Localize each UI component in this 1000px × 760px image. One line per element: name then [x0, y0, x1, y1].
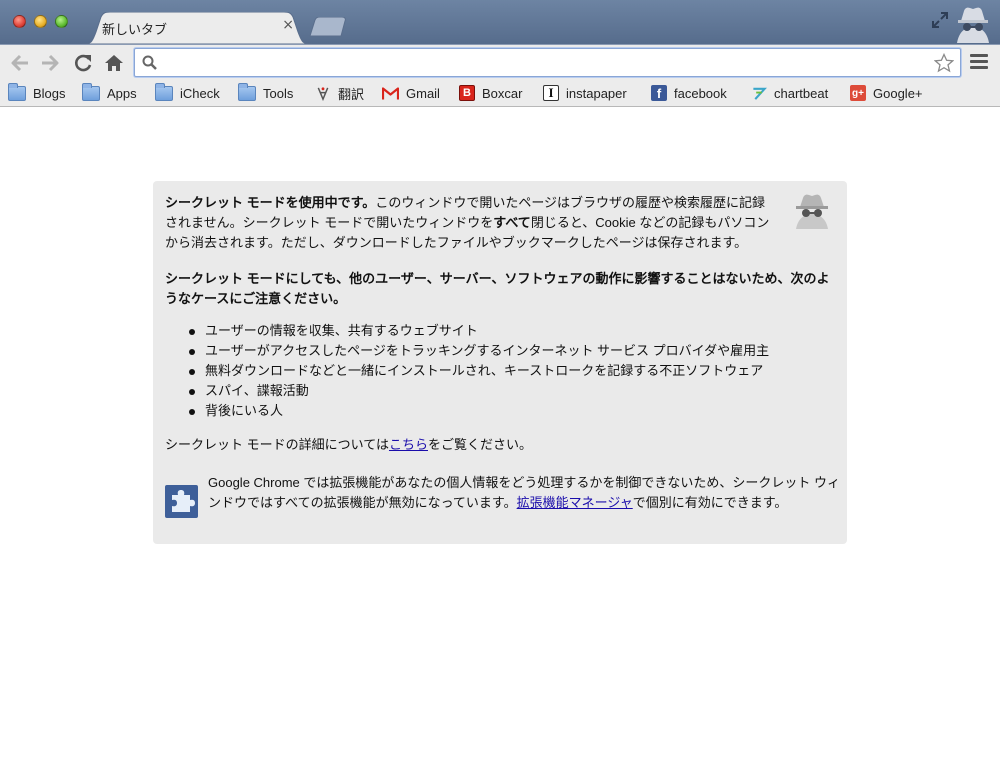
bookmark-label: Gmail	[406, 85, 440, 101]
bookmark-label: Tools	[263, 85, 294, 101]
learn-more-link[interactable]: こちら	[389, 437, 428, 452]
bookmark-label: Boxcar	[482, 85, 523, 101]
bookmark-label: facebook	[674, 85, 727, 101]
incognito-intro-paragraph: シークレット モードを使用中です。このウィンドウで開いたページはブラウザの履歴や…	[165, 193, 775, 253]
window-titlebar: 新しいタブ ×	[0, 0, 1000, 44]
bookmark-label: instapaper	[566, 85, 627, 101]
list-item: 背後にいる人	[189, 401, 835, 421]
bookmark-label: Apps	[107, 85, 137, 101]
window-minimize-button[interactable]	[34, 15, 47, 28]
window-zoom-button[interactable]	[55, 15, 68, 28]
home-icon[interactable]	[103, 52, 125, 74]
incognito-info-panel: シークレット モードを使用中です。このウィンドウで開いたページはブラウザの履歴や…	[153, 181, 847, 544]
boxcar-icon: B	[459, 85, 475, 101]
list-item: 無料ダウンロードなどと一緒にインストールされ、キーストロークを記録する不正ソフト…	[189, 361, 835, 381]
puzzle-piece-icon	[165, 485, 198, 518]
search-icon	[142, 55, 157, 70]
intro-emphasis: すべて	[493, 215, 531, 230]
chrome-menu-icon[interactable]	[970, 54, 988, 70]
learn-more-paragraph: シークレット モードの詳細についてはこちらをご覧ください。	[165, 435, 835, 455]
incognito-avatar-icon	[957, 7, 989, 43]
incognito-icon	[796, 194, 828, 229]
facebook-icon: f	[651, 85, 667, 101]
google-plus-icon: g+	[850, 85, 866, 101]
fullscreen-icon[interactable]	[930, 10, 950, 30]
bookmark-label: 翻訳	[338, 86, 365, 102]
bookmark-label: Google+	[873, 85, 923, 101]
bookmark-chartbeat[interactable]: chartbeat	[751, 83, 828, 103]
browser-toolbar	[0, 44, 1000, 80]
bookmarks-bar: Blogs Apps iCheck Tools 翻訳 Gmail B Boxca…	[0, 80, 1000, 107]
folder-icon	[155, 82, 173, 101]
address-input[interactable]	[163, 51, 923, 74]
incognito-heading: シークレット モードを使用中です。	[165, 195, 376, 210]
bookmark-facebook[interactable]: f facebook	[651, 83, 727, 103]
folder-icon	[8, 82, 26, 101]
bookmark-gmail[interactable]: Gmail	[382, 83, 440, 103]
bookmark-label: Blogs	[33, 85, 66, 101]
learn-more-text-b: をご覧ください。	[427, 437, 532, 452]
folder-icon	[238, 82, 256, 101]
risk-list: ユーザーの情報を収集、共有するウェブサイト ユーザーがアクセスしたページをトラッ…	[189, 321, 835, 421]
translate-icon	[317, 86, 329, 101]
bookmark-label: iCheck	[180, 85, 220, 101]
extensions-notice: Google Chrome では拡張機能があなたの個人情報をどう処理するかを制御…	[165, 473, 847, 518]
reload-icon[interactable]	[72, 52, 94, 74]
incognito-warning-paragraph: シークレット モードにしても、他のユーザー、サーバー、ソフトウェアの動作に影響す…	[165, 271, 830, 306]
bookmark-blogs[interactable]: Blogs	[8, 82, 66, 103]
bookmark-instapaper[interactable]: I instapaper	[543, 83, 627, 103]
bookmark-boxcar[interactable]: B Boxcar	[459, 83, 522, 103]
bookmark-tools[interactable]: Tools	[238, 82, 294, 103]
address-bar[interactable]	[134, 48, 961, 77]
learn-more-text-a: シークレット モードの詳細については	[165, 437, 389, 452]
tab-active[interactable]: 新しいタブ ×	[82, 12, 312, 44]
forward-arrow-icon[interactable]	[39, 52, 61, 74]
list-item: スパイ、諜報活動	[189, 381, 835, 401]
tab-close-icon[interactable]: ×	[282, 17, 294, 33]
back-arrow-icon[interactable]	[9, 52, 31, 74]
bookmark-icheck[interactable]: iCheck	[155, 82, 220, 103]
bookmark-apps[interactable]: Apps	[82, 82, 137, 103]
ext-text-b: で個別に有効にできます。	[632, 495, 788, 510]
folder-icon	[82, 82, 100, 101]
list-item: ユーザーの情報を収集、共有するウェブサイト	[189, 321, 835, 341]
bookmark-star-icon[interactable]	[934, 53, 954, 73]
list-item: ユーザーがアクセスしたページをトラッキングするインターネット サービス プロバイ…	[189, 341, 835, 361]
instapaper-icon: I	[543, 85, 559, 101]
new-tab-button[interactable]	[308, 17, 348, 37]
extensions-notice-text: Google Chrome では拡張機能があなたの個人情報をどう処理するかを制御…	[208, 473, 847, 513]
chartbeat-icon	[753, 87, 767, 100]
window-close-button[interactable]	[13, 15, 26, 28]
bookmark-label: chartbeat	[774, 85, 829, 101]
bookmark-translate[interactable]: 翻訳	[315, 83, 364, 103]
extension-manager-link[interactable]: 拡張機能マネージャ	[517, 495, 633, 510]
tab-title: 新しいタブ	[102, 23, 168, 38]
gmail-icon	[382, 86, 399, 99]
bookmark-google-plus[interactable]: g+ Google+	[850, 83, 923, 103]
